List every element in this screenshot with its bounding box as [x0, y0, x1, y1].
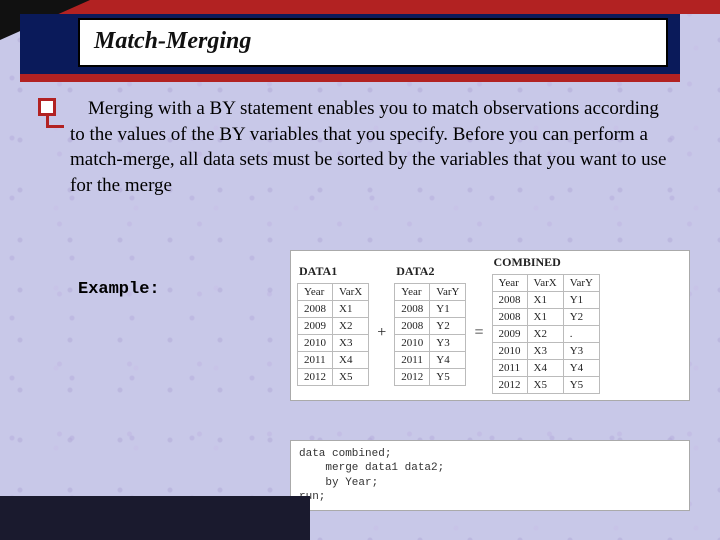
- table-row: 2011X4Y4: [492, 360, 599, 377]
- col-head: VarY: [563, 275, 599, 292]
- body-text: Merging with a BY statement enables you …: [70, 98, 666, 196]
- table-data2-title: DATA2: [394, 264, 466, 279]
- table-combined-title: COMBINED: [492, 255, 600, 270]
- table-data1: DATA1 YearVarX 2008X1 2009X2 2010X3 2011…: [297, 264, 369, 386]
- table-row: 2008X1Y1: [492, 292, 599, 309]
- footer-dark-band: [0, 496, 310, 540]
- top-red-bar: [0, 0, 720, 14]
- table-row: 2008X1: [298, 300, 369, 317]
- equals-sign: =: [472, 324, 485, 342]
- merge-diagram: DATA1 YearVarX 2008X1 2009X2 2010X3 2011…: [290, 250, 690, 401]
- col-head: Year: [298, 283, 333, 300]
- col-head: VarX: [527, 275, 563, 292]
- table-row: 2012Y5: [395, 368, 466, 385]
- table-row: 2008Y1: [395, 300, 466, 317]
- table-row: 2010Y3: [395, 334, 466, 351]
- col-head: Year: [492, 275, 527, 292]
- table-row: 2008Y2: [395, 317, 466, 334]
- code-sample: data combined; merge data1 data2; by Yea…: [290, 440, 690, 511]
- table-row: 2010X3Y3: [492, 343, 599, 360]
- plus-sign: +: [375, 324, 388, 342]
- code-line: data combined;: [299, 448, 391, 460]
- table-row: 2012X5Y5: [492, 377, 599, 394]
- code-line: merge data1 data2;: [299, 462, 444, 474]
- body-paragraph: Merging with a BY statement enables you …: [70, 96, 670, 199]
- col-head: Year: [395, 283, 430, 300]
- table-row: 2010X3: [298, 334, 369, 351]
- bullet-icon: [38, 98, 56, 116]
- code-line: by Year;: [299, 477, 378, 489]
- table-row: 2011Y4: [395, 351, 466, 368]
- table-row: 2009X2.: [492, 326, 599, 343]
- table-row: 2009X2: [298, 317, 369, 334]
- bullet-hook-icon: [46, 116, 64, 128]
- table-data1-title: DATA1: [297, 264, 369, 279]
- table-row: 2012X5: [298, 368, 369, 385]
- table-data2: DATA2 YearVarY 2008Y1 2008Y2 2010Y3 2011…: [394, 264, 466, 386]
- table-row: 2008X1Y2: [492, 309, 599, 326]
- table-combined: COMBINED YearVarXVarY 2008X1Y1 2008X1Y2 …: [492, 255, 600, 394]
- col-head: VarX: [333, 283, 369, 300]
- slide-title: Match-Merging: [78, 18, 668, 67]
- col-head: VarY: [430, 283, 466, 300]
- example-label: Example:: [78, 280, 160, 299]
- table-row: 2011X4: [298, 351, 369, 368]
